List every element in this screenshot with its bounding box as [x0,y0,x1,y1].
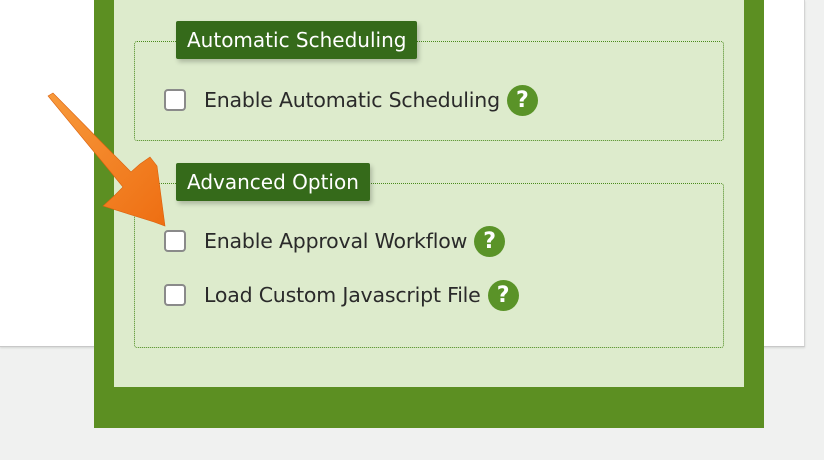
orange-arrow-icon [47,92,166,227]
